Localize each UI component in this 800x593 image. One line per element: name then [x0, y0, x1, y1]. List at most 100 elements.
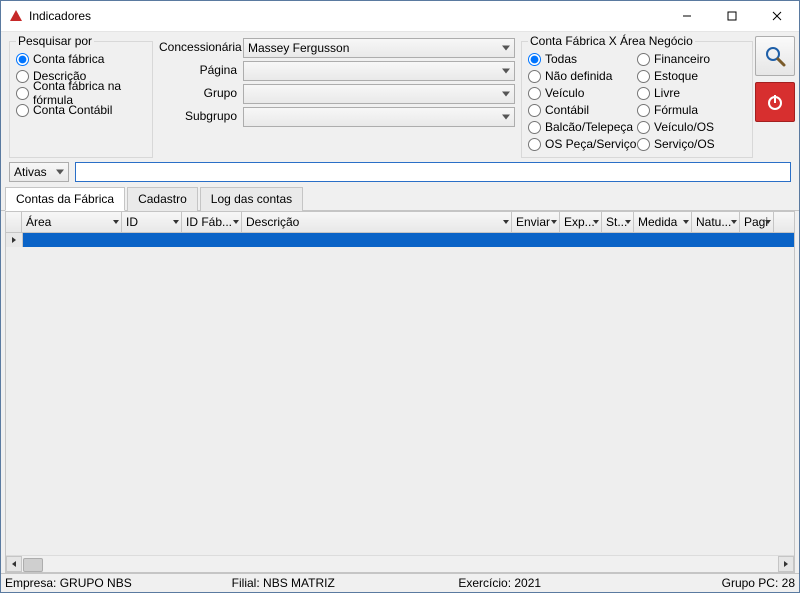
chevron-down-icon: [502, 46, 510, 51]
radio-label: Conta Contábil: [33, 103, 112, 117]
chevron-down-icon: [56, 170, 64, 175]
subgrupo-label: Subgrupo: [159, 107, 239, 127]
tab[interactable]: Log das contas: [200, 187, 303, 211]
dropdown-icon: [765, 220, 771, 224]
subgrupo-combo[interactable]: [243, 107, 515, 127]
conta-fabrica-area-group: Conta Fábrica X Área Negócio Todas Não de…: [521, 34, 753, 158]
tab[interactable]: Cadastro: [127, 187, 198, 211]
status-value: Ativas: [14, 165, 47, 179]
dropdown-icon: [683, 220, 689, 224]
selected-row[interactable]: [6, 233, 794, 247]
triangle-right-icon: [12, 237, 16, 243]
dropdown-icon: [593, 220, 599, 224]
radio-input[interactable]: [16, 87, 29, 100]
radio-input[interactable]: [528, 121, 541, 134]
radio-input[interactable]: [637, 87, 650, 100]
power-button[interactable]: [755, 82, 795, 122]
pesquisar-option[interactable]: Conta fábrica na fórmula: [16, 85, 146, 101]
pesquisar-legend: Pesquisar por: [16, 34, 94, 48]
magnifier-icon: [763, 44, 787, 68]
radio-input[interactable]: [528, 53, 541, 66]
column-label: Enviar: [516, 215, 550, 229]
status-exercicio: Exercício: 2021: [458, 576, 685, 590]
scroll-left-button[interactable]: [6, 556, 22, 572]
cfan-option[interactable]: Estoque: [637, 68, 746, 84]
dropdown-icon: [233, 220, 239, 224]
search-input[interactable]: [75, 162, 791, 182]
radio-input[interactable]: [16, 53, 29, 66]
radio-input[interactable]: [528, 87, 541, 100]
grid-header: Área IDID Fáb...Descrição Enviar Exp...St..…: [6, 212, 794, 233]
radio-input[interactable]: [16, 70, 29, 83]
radio-input[interactable]: [528, 104, 541, 117]
row-indicator-header: [6, 212, 22, 232]
column-header[interactable]: Exp...: [560, 212, 602, 232]
titlebar: Indicadores: [1, 1, 799, 32]
search-row: Ativas: [1, 160, 799, 186]
radio-input[interactable]: [637, 104, 650, 117]
minimize-button[interactable]: [664, 1, 709, 31]
search-button[interactable]: [755, 36, 795, 76]
cfan-option[interactable]: Contábil: [528, 102, 637, 118]
radio-label: Estoque: [654, 69, 698, 83]
cfan-option[interactable]: Fórmula: [637, 102, 746, 118]
cfan-option[interactable]: Todas: [528, 51, 637, 67]
status-filial: Filial: NBS MATRIZ: [232, 576, 459, 590]
cfan-option[interactable]: Financeiro: [637, 51, 746, 67]
cfan-option[interactable]: Serviço/OS: [637, 136, 746, 152]
column-label: Área: [26, 215, 51, 229]
radio-input[interactable]: [637, 121, 650, 134]
radio-label: Balcão/Telepeça: [545, 120, 633, 134]
cfan-legend: Conta Fábrica X Área Negócio: [528, 34, 695, 48]
pagina-label: Página: [159, 61, 239, 81]
cfan-option[interactable]: Não definida: [528, 68, 637, 84]
tab[interactable]: Contas da Fábrica: [5, 187, 125, 211]
radio-input[interactable]: [637, 70, 650, 83]
radio-input[interactable]: [16, 104, 29, 117]
column-header[interactable]: Enviar: [512, 212, 560, 232]
scroll-thumb[interactable]: [23, 558, 43, 572]
radio-label: OS Peça/Serviço: [545, 137, 636, 151]
radio-input[interactable]: [528, 70, 541, 83]
radio-label: Fórmula: [654, 103, 698, 117]
column-header[interactable]: ID Fáb...: [182, 212, 242, 232]
radio-input[interactable]: [637, 138, 650, 151]
pagina-combo[interactable]: [243, 61, 515, 81]
column-header[interactable]: ID: [122, 212, 182, 232]
grid-body[interactable]: [6, 247, 794, 555]
status-combo[interactable]: Ativas: [9, 162, 69, 182]
column-header[interactable]: Área: [22, 212, 122, 232]
dropdown-icon: [113, 220, 119, 224]
cfan-option[interactable]: Veículo: [528, 85, 637, 101]
filter-zone: Pesquisar por Conta fábricaDescriçãoCont…: [1, 32, 799, 160]
radio-label: Conta fábrica: [33, 52, 104, 66]
row-marker: [6, 233, 23, 247]
close-button[interactable]: [754, 1, 799, 31]
radio-input[interactable]: [528, 138, 541, 151]
maximize-button[interactable]: [709, 1, 754, 31]
window-buttons: [664, 1, 799, 31]
cfan-option[interactable]: Balcão/Telepeça: [528, 119, 637, 135]
cfan-option[interactable]: Livre: [637, 85, 746, 101]
radio-input[interactable]: [637, 53, 650, 66]
pesquisar-option[interactable]: Conta fábrica: [16, 51, 146, 67]
scroll-right-button[interactable]: [778, 556, 794, 572]
column-header[interactable]: Pagi: [740, 212, 774, 232]
cfan-option[interactable]: Veículo/OS: [637, 119, 746, 135]
column-header[interactable]: St...: [602, 212, 634, 232]
cfan-option[interactable]: OS Peça/Serviço: [528, 136, 637, 152]
window-title: Indicadores: [29, 9, 664, 23]
concessionaria-combo[interactable]: Massey Fergusson: [243, 38, 515, 58]
app-window: Indicadores Pesquisar por Conta fábricaD…: [0, 0, 800, 593]
horizontal-scrollbar[interactable]: [6, 555, 794, 572]
column-header[interactable]: Natu...: [692, 212, 740, 232]
dropdown-icon: [551, 220, 557, 224]
column-header[interactable]: Descrição: [242, 212, 512, 232]
radio-label: Não definida: [545, 69, 612, 83]
radio-label: Veículo/OS: [654, 120, 714, 134]
grupo-combo[interactable]: [243, 84, 515, 104]
concessionaria-value: Massey Fergusson: [248, 41, 349, 55]
radio-label: Serviço/OS: [654, 137, 715, 151]
column-label: Natu...: [696, 215, 731, 229]
column-header[interactable]: Medida: [634, 212, 692, 232]
